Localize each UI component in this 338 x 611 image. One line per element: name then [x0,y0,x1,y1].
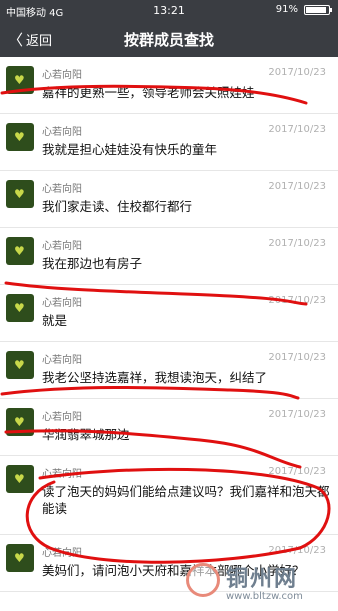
list-item[interactable]: ♥ 心若向阳 2017/10/23 读了泡天的妈妈们能给点建议吗？我们嘉祥和泡天… [0,456,338,535]
avatar[interactable]: ♥ [6,544,34,572]
message-text: 我们家走读、住校都行都行 [42,199,193,214]
message-text: 我就是担心娃娃没有快乐的童年 [42,142,218,157]
list-item[interactable]: ♥ 心若向阳 2017/10/23 我在那边也有房子 [0,228,338,285]
sender-name: 心若向阳 [42,355,82,366]
message-date: 2017/10/23 [268,409,326,420]
back-button[interactable]: 〈返回 [8,29,52,50]
message-date: 2017/10/23 [268,67,326,78]
message-date: 2017/10/23 [268,295,326,306]
list-item[interactable]: ♥ 心若向阳 2017/10/23 我就是担心娃娃没有快乐的童年 [0,114,338,171]
sender-name: 心若向阳 [42,298,82,309]
message-text: 我在那边也有房子 [42,256,143,271]
message-date: 2017/10/23 [268,466,326,477]
message-list[interactable]: ♥ 心若向阳 2017/10/23 嘉祥的更熟一些，领导老师会关照娃娃 ♥ 心若… [0,57,338,611]
heart-icon: ♥ [14,244,25,258]
sender-name: 心若向阳 [42,70,82,81]
avatar[interactable]: ♥ [6,123,34,151]
avatar[interactable]: ♥ [6,408,34,436]
list-item[interactable]: ♥ 心若向阳 2017/10/23 我老公坚持选嘉祥，我想读泡天，纠结了 [0,342,338,399]
sender-name: 心若向阳 [42,127,82,138]
sender-name: 心若向阳 [42,548,82,559]
message-text: 读了泡天的妈妈们能给点建议吗？我们嘉祥和泡天都能读 [42,484,330,516]
back-label: 返回 [26,34,53,49]
sender-name: 心若向阳 [42,469,82,480]
heart-icon: ♥ [14,187,25,201]
message-date: 2017/10/23 [268,545,326,556]
avatar[interactable]: ♥ [6,66,34,94]
battery-percent: 91% [275,4,298,15]
avatar[interactable]: ♥ [6,294,34,322]
message-date: 2017/10/23 [268,181,326,192]
list-item[interactable]: ♥ 心若向阳 2017/10/23 华润翡翠城那边 [0,399,338,456]
avatar[interactable]: ♥ [6,180,34,208]
watermark-url: www.bltzw.com [226,591,303,602]
message-text: 我老公坚持选嘉祥，我想读泡天，纠结了 [42,370,268,385]
heart-icon: ♥ [14,301,25,315]
message-date: 2017/10/23 [268,124,326,135]
watermark-logo-icon [186,563,220,597]
heart-icon: ♥ [14,73,25,87]
sender-name: 心若向阳 [42,184,82,195]
avatar[interactable]: ♥ [6,351,34,379]
list-item[interactable]: ♥ 心若向阳 2017/10/23 我们家走读、住校都行都行 [0,171,338,228]
heart-icon: ♥ [14,415,25,429]
sender-name: 心若向阳 [42,412,82,423]
message-text: 华润翡翠城那边 [42,427,130,442]
avatar[interactable]: ♥ [6,237,34,265]
heart-icon: ♥ [14,551,25,565]
heart-icon: ♥ [14,472,25,486]
list-item[interactable]: ♥ 心若向阳 2017/10/23 就是 [0,285,338,342]
chevron-left-icon: 〈 [8,31,24,49]
avatar[interactable]: ♥ [6,465,34,493]
sender-name: 心若向阳 [42,241,82,252]
message-date: 2017/10/23 [268,238,326,249]
heart-icon: ♥ [14,358,25,372]
watermark: 铜州网 www.bltzw.com [184,561,334,607]
list-item[interactable]: ♥ 心若向阳 2017/10/23 嘉祥的更熟一些，领导老师会关照娃娃 [0,57,338,114]
nav-bar: 〈返回 按群成员查找 [0,20,338,57]
heart-icon: ♥ [14,130,25,144]
message-text: 嘉祥的更熟一些，领导老师会关照娃娃 [42,85,255,100]
message-text: 就是 [42,313,68,328]
watermark-name: 铜州网 [226,566,299,592]
battery-icon [304,5,332,15]
status-bar: 中国移动 4G 13:21 91% [0,0,338,20]
message-date: 2017/10/23 [268,352,326,363]
